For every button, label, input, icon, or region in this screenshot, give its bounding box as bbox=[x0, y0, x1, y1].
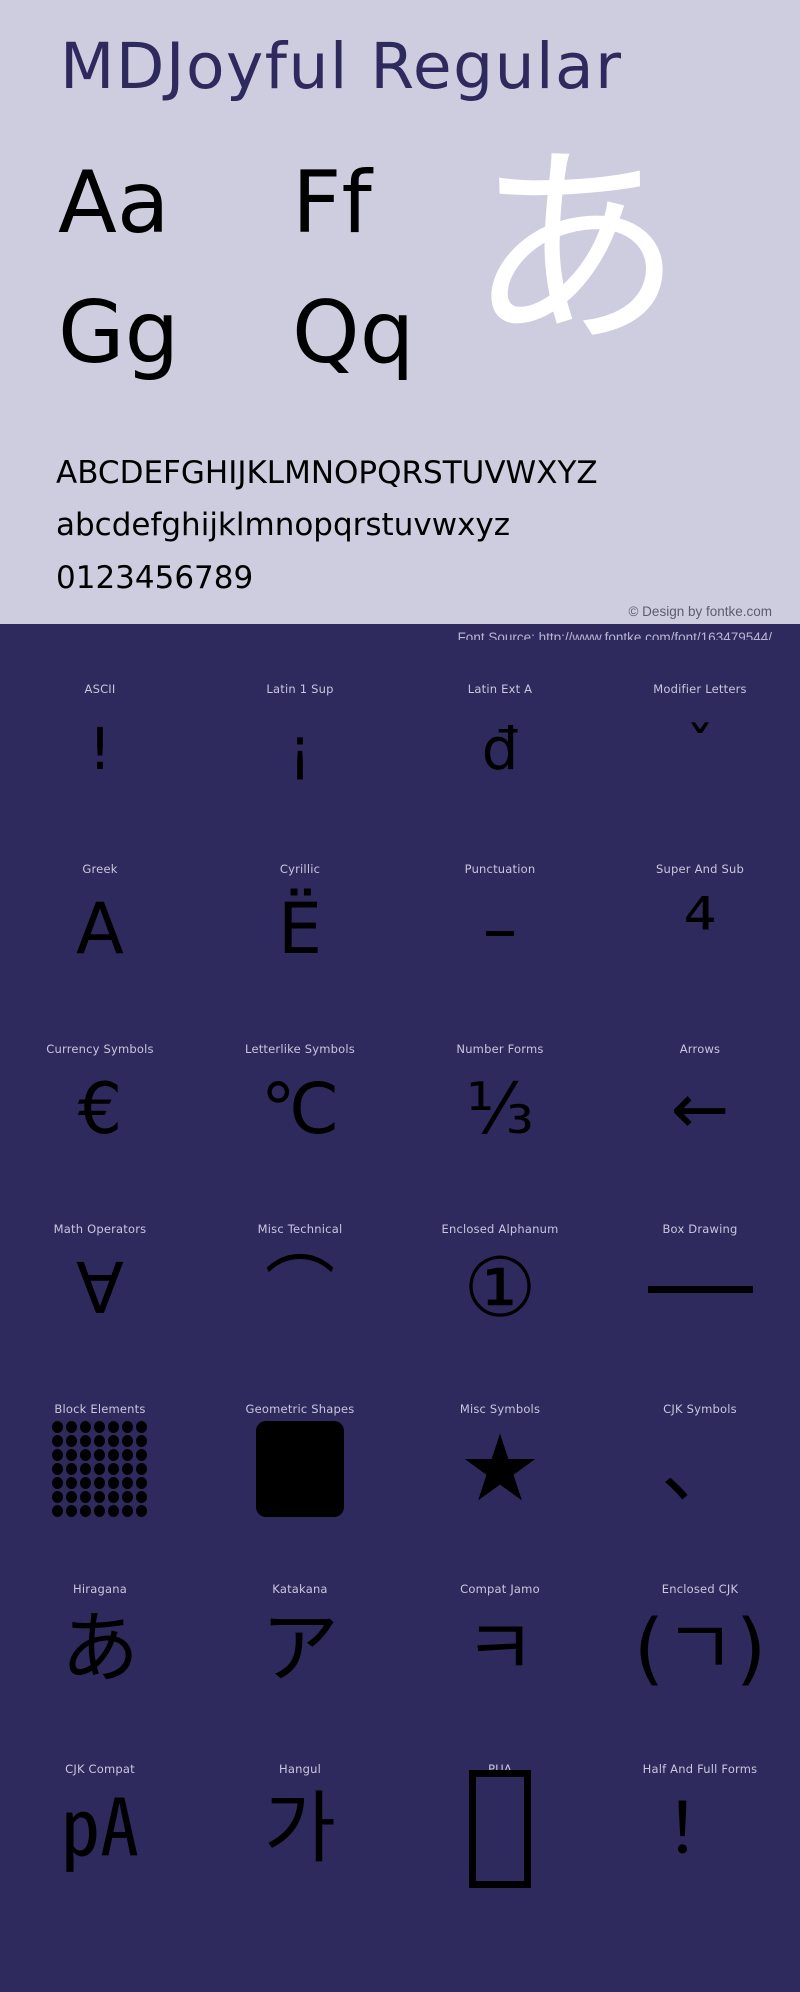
block-cell-pua[interactable]: PUA bbox=[400, 1720, 600, 1916]
block-glyph: Α bbox=[76, 888, 124, 970]
block-cell-ascii[interactable]: ASCII ! bbox=[0, 640, 200, 820]
block-row: Greek Α Cyrillic Ё Punctuation – Super A… bbox=[0, 820, 800, 1000]
specimen-panel: MDJoyful Regular Aa Ff Gg Qq あ ABCDEFGHI… bbox=[0, 0, 800, 624]
block-glyph: ⁴ bbox=[683, 881, 717, 976]
block-glyph: ㎀ bbox=[60, 1784, 139, 1874]
block-cell-super-and-sub[interactable]: Super And Sub ⁴ bbox=[600, 820, 800, 1000]
block-glyph: ア bbox=[260, 1604, 339, 1694]
block-row: Hiragana あ Katakana ア Compat Jamo ㅋ Encl… bbox=[0, 1540, 800, 1720]
font-specimen-page: MDJoyful Regular Aa Ff Gg Qq あ ABCDEFGHI… bbox=[0, 0, 800, 1992]
block-glyph: đ bbox=[481, 715, 519, 783]
block-cell-misc-technical[interactable]: Misc Technical ⌒ bbox=[200, 1180, 400, 1360]
block-glyph: 、 bbox=[660, 1424, 739, 1514]
digits-line: 0123456789 bbox=[56, 560, 254, 596]
block-cell-enclosed-cjk[interactable]: Enclosed CJK (ㄱ) bbox=[600, 1540, 800, 1720]
block-glyph: € bbox=[77, 1068, 123, 1150]
block-glyph: ˇ bbox=[685, 715, 715, 783]
block-row: Math Operators ∀ Misc Technical ⌒ Enclos… bbox=[0, 1180, 800, 1360]
block-glyph: ㅋ bbox=[464, 1604, 536, 1694]
letter-pair-qq: Qq bbox=[292, 283, 415, 383]
block-cell-currency-symbols[interactable]: Currency Symbols € bbox=[0, 1000, 200, 1180]
block-cell-misc-symbols[interactable]: Misc Symbols ★ bbox=[400, 1360, 600, 1540]
font-title: MDJoyful Regular bbox=[60, 30, 623, 103]
letter-pair-aa: Aa bbox=[58, 153, 170, 253]
block-glyph bbox=[600, 1224, 800, 1354]
shade-block-icon bbox=[52, 1421, 148, 1517]
block-cell-katakana[interactable]: Katakana ア bbox=[200, 1540, 400, 1720]
block-glyph bbox=[400, 1764, 600, 1894]
block-cell-latin-1-sup[interactable]: Latin 1 Sup ¡ bbox=[200, 640, 400, 820]
box-drawing-line-icon bbox=[647, 1285, 753, 1293]
block-glyph: ★ bbox=[458, 1415, 542, 1522]
block-glyph: ! bbox=[88, 715, 112, 783]
notdef-box-icon bbox=[469, 1770, 531, 1888]
block-glyph: ！ bbox=[665, 1788, 735, 1870]
block-glyph: (ㄱ) bbox=[633, 1604, 767, 1694]
block-cell-cyrillic[interactable]: Cyrillic Ё bbox=[200, 820, 400, 1000]
block-glyph: 가 bbox=[264, 1784, 336, 1874]
block-glyph bbox=[200, 1404, 400, 1534]
block-row: Currency Symbols € Letterlike Symbols ℃ … bbox=[0, 1000, 800, 1180]
block-cell-cjk-symbols[interactable]: CJK Symbols 、 bbox=[600, 1360, 800, 1540]
block-glyph: ℃ bbox=[260, 1068, 340, 1150]
letter-pair-gg: Gg bbox=[58, 283, 180, 383]
block-glyph: ① bbox=[463, 1241, 537, 1336]
block-row: ASCII ! Latin 1 Sup ¡ Latin Ext A đ Modi… bbox=[0, 640, 800, 820]
block-cell-half-and-full-forms[interactable]: Half And Full Forms ！ bbox=[600, 1720, 800, 1916]
block-cell-latin-ext-a[interactable]: Latin Ext A đ bbox=[400, 640, 600, 820]
block-row: CJK Compat ㎀ Hangul 가 PUA Half And Full … bbox=[0, 1720, 800, 1916]
block-glyph: Ё bbox=[277, 888, 323, 970]
block-cell-enclosed-alphanum[interactable]: Enclosed Alphanum ① bbox=[400, 1180, 600, 1360]
highlight-glyph: あ bbox=[468, 124, 683, 375]
block-cell-hiragana[interactable]: Hiragana あ bbox=[0, 1540, 200, 1720]
block-glyph: ¡ bbox=[288, 715, 312, 783]
unicode-block-grid: ASCII ! Latin 1 Sup ¡ Latin Ext A đ Modi… bbox=[0, 640, 800, 1992]
block-glyph: – bbox=[482, 888, 518, 970]
copyright-notice: © Design by fontke.com bbox=[628, 604, 772, 619]
block-glyph bbox=[0, 1404, 200, 1534]
block-cell-block-elements[interactable]: Block Elements bbox=[0, 1360, 200, 1540]
block-glyph: ⅓ bbox=[466, 1068, 534, 1150]
block-glyph: あ bbox=[60, 1604, 139, 1694]
block-cell-hangul[interactable]: Hangul 가 bbox=[200, 1720, 400, 1916]
filled-square-icon bbox=[256, 1421, 344, 1517]
block-cell-greek[interactable]: Greek Α bbox=[0, 820, 200, 1000]
block-cell-modifier-letters[interactable]: Modifier Letters ˇ bbox=[600, 640, 800, 820]
block-glyph: ← bbox=[670, 1068, 730, 1150]
block-cell-number-forms[interactable]: Number Forms ⅓ bbox=[400, 1000, 600, 1180]
block-cell-punctuation[interactable]: Punctuation – bbox=[400, 820, 600, 1000]
block-cell-arrows[interactable]: Arrows ← bbox=[600, 1000, 800, 1180]
uppercase-alphabet-line: ABCDEFGHIJKLMNOPQRSTUVWXYZ bbox=[56, 455, 598, 491]
block-cell-cjk-compat[interactable]: CJK Compat ㎀ bbox=[0, 1720, 200, 1916]
lowercase-alphabet-line: abcdefghijklmnopqrstuvwxyz bbox=[56, 507, 511, 543]
block-cell-compat-jamo[interactable]: Compat Jamo ㅋ bbox=[400, 1540, 600, 1720]
block-cell-geometric-shapes[interactable]: Geometric Shapes bbox=[200, 1360, 400, 1540]
block-row: Block Elements Geometric Shapes Misc Sym… bbox=[0, 1360, 800, 1540]
block-glyph: ⌒ bbox=[265, 1248, 335, 1330]
block-cell-box-drawing[interactable]: Box Drawing bbox=[600, 1180, 800, 1360]
block-glyph: ∀ bbox=[76, 1248, 124, 1330]
block-cell-math-operators[interactable]: Math Operators ∀ bbox=[0, 1180, 200, 1360]
block-cell-letterlike-symbols[interactable]: Letterlike Symbols ℃ bbox=[200, 1000, 400, 1180]
letter-pair-ff: Ff bbox=[292, 153, 372, 253]
